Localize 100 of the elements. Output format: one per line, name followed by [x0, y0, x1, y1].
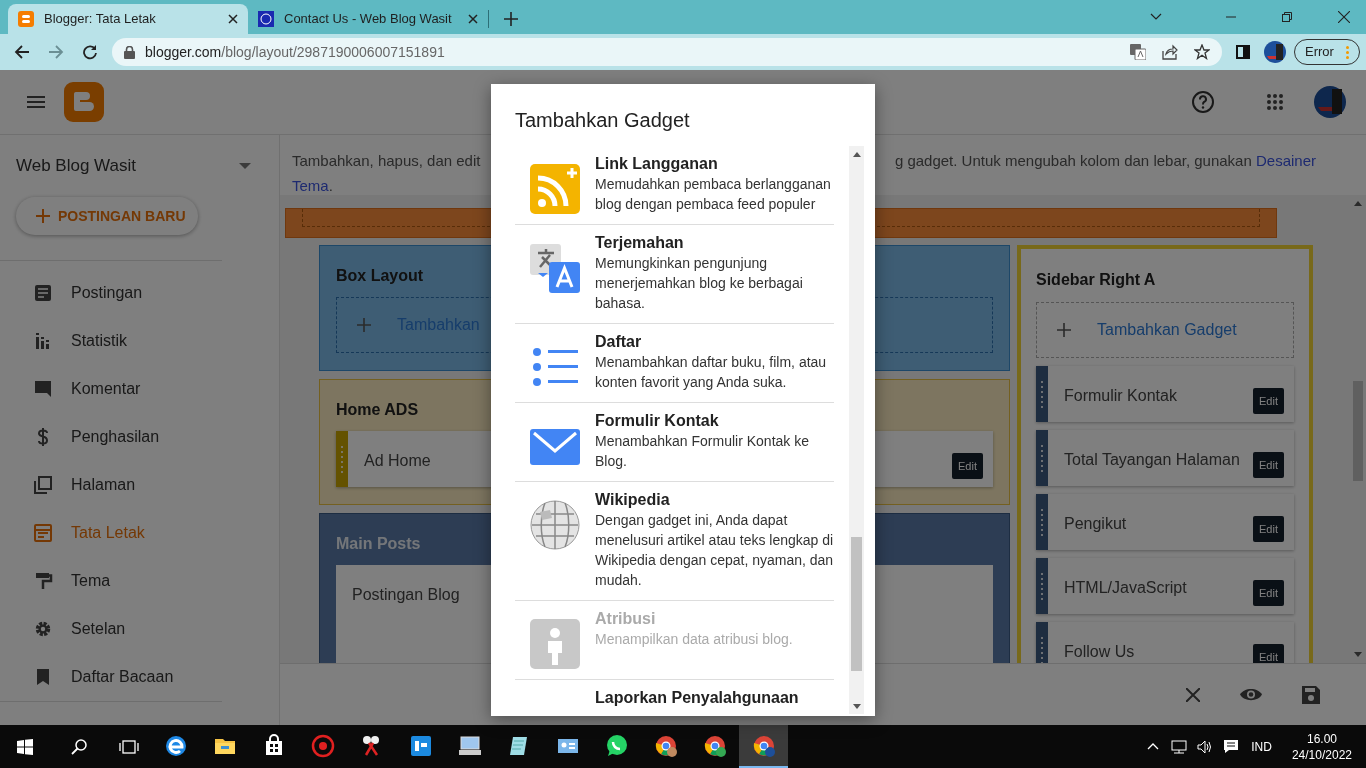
apps-grid-icon[interactable]: [1266, 93, 1284, 111]
pages-icon: [33, 475, 53, 495]
drag-handle[interactable]: [1036, 366, 1048, 422]
nav-item[interactable]: Setelan: [0, 605, 279, 653]
search-icon[interactable]: [71, 738, 87, 755]
new-tab-icon[interactable]: [504, 12, 518, 26]
nav-item[interactable]: Statistik: [0, 317, 279, 365]
edit-button[interactable]: Edit: [1253, 452, 1284, 478]
nav-item[interactable]: Postingan: [0, 269, 279, 317]
share-icon[interactable]: [1162, 44, 1178, 60]
gadget-option[interactable]: Daftar Menambahkan daftar buku, film, atau konten favorit yang Anda suka.: [515, 324, 834, 403]
forward-icon[interactable]: [48, 44, 64, 60]
gadget-option[interactable]: Link Langganan Memudahkan pembaca berlangganan blog dengan pembaca feed populer: [515, 146, 834, 225]
clock-date[interactable]: 24/10/2022: [1291, 746, 1352, 763]
drag-handle[interactable]: [1036, 558, 1048, 614]
theme-designer-link[interactable]: Tema: [292, 177, 329, 194]
section-title: Box Layout: [336, 266, 424, 286]
address-bar[interactable]: blogger.com/blog/layout/2987190006007151891: [112, 38, 1222, 66]
gadget-option-description: Dengan gadget ini, Anda dapat menelusuri artikel atau teks lengkap di Wikipedia dengan cepat, nyaman, dan mudah.: [595, 511, 834, 590]
drag-handle[interactable]: [1036, 430, 1048, 486]
notification-icon[interactable]: [1223, 739, 1240, 754]
drag-handle[interactable]: [1036, 494, 1048, 550]
language-indicator[interactable]: IND: [1251, 737, 1272, 756]
close-icon[interactable]: [228, 14, 238, 24]
edit-button[interactable]: Edit: [1253, 516, 1284, 542]
gadget-option[interactable]: Formulir Kontak Menambahkan Formulir Kontak ke Blog.: [515, 403, 834, 482]
globe-icon: [530, 500, 580, 550]
profile-error-button[interactable]: Error: [1294, 39, 1360, 65]
translate-icon[interactable]: [1130, 44, 1146, 60]
close-icon[interactable]: [468, 14, 478, 24]
chevron-up-icon[interactable]: [1147, 743, 1160, 750]
scroll-up-icon[interactable]: [852, 152, 861, 157]
scroll-down-icon[interactable]: [1354, 652, 1362, 657]
dropdown-caret-icon[interactable]: [239, 163, 251, 169]
gadget-option-description: Menampilkan data atribusi blog.: [595, 630, 794, 649]
blogger-favicon-icon: [18, 11, 34, 27]
person-icon: [530, 619, 580, 669]
gadget-name: Formulir Kontak: [1063, 386, 1177, 406]
menu-icon[interactable]: [27, 96, 45, 108]
back-icon[interactable]: [14, 44, 30, 60]
app-tile-icon: [408, 733, 433, 758]
plus-icon: [357, 318, 371, 332]
scroll-up-icon[interactable]: [1354, 201, 1362, 206]
gadget-name: Total Tayangan Halaman: [1063, 450, 1240, 470]
avatar-icon[interactable]: [1264, 41, 1286, 63]
caret-down-icon[interactable]: [1150, 13, 1162, 21]
section-title: Main Posts: [336, 534, 421, 554]
gadget-option-description: Menambahkan Formulir Kontak ke Blog.: [595, 432, 810, 471]
document-icon: [33, 283, 53, 303]
gadget-name: HTML/JavaScript: [1063, 578, 1187, 598]
taskbar-app[interactable]: [739, 725, 788, 768]
circle-logo-icon: [702, 733, 727, 758]
gadget-option-description: Memudahkan pembaca berlangganan blog dengan pembaca feed populer: [595, 175, 832, 214]
dialog-title: Tambahkan Gadget: [514, 108, 691, 133]
gadget-option-title: Link Langganan: [595, 154, 719, 174]
gadget-option[interactable]: Terjemahan Memungkinkan pengunjung menerjemahkan blog ke berbagai bahasa.: [515, 225, 834, 324]
reload-icon[interactable]: [82, 44, 98, 60]
scrollbar[interactable]: [849, 146, 864, 714]
side-panel-icon[interactable]: [1236, 45, 1250, 59]
close-icon[interactable]: [1338, 11, 1350, 23]
scroll-down-icon[interactable]: [852, 704, 861, 709]
avatar-icon[interactable]: [1314, 86, 1346, 118]
drag-handle[interactable]: [336, 431, 348, 487]
preview-eye-icon[interactable]: [1240, 687, 1262, 702]
edit-button[interactable]: Edit: [1253, 388, 1284, 414]
gadget-option[interactable]: Laporkan Penyalahgunaan: [515, 680, 834, 710]
task-view-icon[interactable]: [119, 738, 139, 755]
save-icon[interactable]: [1302, 685, 1320, 704]
lock-icon: [124, 45, 135, 59]
help-icon[interactable]: [1192, 91, 1214, 113]
browser-icon: [163, 733, 188, 758]
plus-icon: [1057, 323, 1071, 337]
nav-item[interactable]: Tema: [0, 557, 279, 605]
rss-icon: [530, 164, 580, 214]
computer-icon: [457, 733, 482, 758]
theme-designer-link[interactable]: Desainer: [1255, 152, 1316, 169]
nav-item[interactable]: Daftar Bacaan: [0, 653, 279, 701]
browser-tab[interactable]: Contact Us - Web Blog Wasit: [248, 4, 488, 34]
gadget-option-title: Daftar: [595, 332, 643, 352]
nav-item[interactable]: Penghasilan: [0, 413, 279, 461]
scrollbar-thumb[interactable]: [851, 537, 862, 671]
gadget-name: Pengikut: [1063, 514, 1127, 534]
star-icon[interactable]: [1194, 44, 1210, 60]
drag-handle[interactable]: [1036, 622, 1048, 663]
scrollbar-thumb[interactable]: [1353, 381, 1363, 481]
edit-button[interactable]: Edit: [1253, 580, 1284, 606]
edit-button[interactable]: Edit: [952, 453, 983, 479]
volume-icon[interactable]: [1197, 739, 1214, 754]
target-icon: [310, 733, 335, 758]
restore-icon[interactable]: [1282, 12, 1292, 22]
gadget-option-title: Wikipedia: [595, 490, 671, 510]
network-icon[interactable]: [1171, 739, 1190, 754]
nav-item[interactable]: Halaman: [0, 461, 279, 509]
add-gadget-area[interactable]: Tambahkan Gadget: [1036, 302, 1294, 358]
gadget-option[interactable]: Wikipedia Dengan gadget ini, Anda dapat menelusuri artikel atau teks lengkap di Wikipedia dengan cepat, nyaman, dan mudah.: [515, 482, 834, 601]
clock-time[interactable]: 16.00: [1306, 730, 1337, 747]
edit-button[interactable]: Edit: [1253, 644, 1284, 663]
browser-tab[interactable]: Blogger: Tata Letak: [8, 4, 248, 34]
windows-start-icon[interactable]: [17, 738, 33, 755]
nav-item[interactable]: Komentar: [0, 365, 279, 413]
